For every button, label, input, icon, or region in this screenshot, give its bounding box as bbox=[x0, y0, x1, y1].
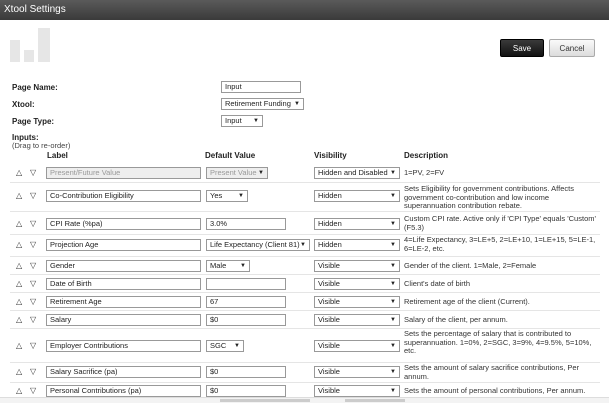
row-default-select[interactable]: SGC bbox=[206, 340, 244, 352]
row-default-input[interactable]: $0 bbox=[206, 385, 286, 397]
move-down-icon[interactable]: ▽ bbox=[30, 261, 36, 270]
xtool-select[interactable]: Retirement Funding bbox=[221, 98, 304, 110]
row-default-input[interactable]: 3.0% bbox=[206, 218, 286, 230]
reorder-hint: (Drag to re-order) bbox=[12, 141, 71, 150]
row-label-input: Present/Future Value bbox=[46, 167, 201, 179]
row-default-select[interactable]: Life Expectancy (Client 81) bbox=[206, 239, 310, 251]
row-label-input[interactable]: CPI Rate (%pa) bbox=[46, 218, 201, 230]
row-label-input[interactable]: Employer Contributions bbox=[46, 340, 201, 352]
move-down-icon[interactable]: ▽ bbox=[30, 279, 36, 288]
row-default-select: Present Value bbox=[206, 167, 268, 179]
page-type-select[interactable]: Input bbox=[221, 115, 263, 127]
move-down-icon[interactable]: ▽ bbox=[30, 297, 36, 306]
row-description: Custom CPI rate. Active only if 'CPI Typ… bbox=[404, 214, 596, 232]
move-up-icon[interactable]: △ bbox=[16, 261, 22, 270]
col-header-label: Label bbox=[47, 151, 68, 160]
row-divider bbox=[10, 211, 600, 212]
horizontal-scrollbar[interactable] bbox=[0, 397, 609, 403]
row-description: 1=PV, 2=FV bbox=[404, 168, 445, 177]
move-up-icon[interactable]: △ bbox=[16, 219, 22, 228]
cancel-button[interactable]: Cancel bbox=[549, 39, 595, 57]
row-default-input[interactable]: $0 bbox=[206, 366, 286, 378]
row-visibility-select[interactable]: Visible bbox=[314, 340, 400, 352]
row-visibility-select[interactable]: Visible bbox=[314, 260, 400, 272]
move-down-icon[interactable]: ▽ bbox=[30, 315, 36, 324]
row-default-select[interactable]: Yes bbox=[206, 190, 248, 202]
move-down-icon[interactable]: ▽ bbox=[30, 367, 36, 376]
scrollbar-thumb[interactable] bbox=[345, 399, 405, 402]
row-label-input[interactable]: Retirement Age bbox=[46, 296, 201, 308]
row-visibility-select[interactable]: Visible bbox=[314, 314, 400, 326]
row-visibility-select[interactable]: Hidden and Disabled bbox=[314, 167, 400, 179]
move-up-icon[interactable]: △ bbox=[16, 168, 22, 177]
row-visibility-select[interactable]: Visible bbox=[314, 278, 400, 290]
move-down-icon[interactable]: ▽ bbox=[30, 219, 36, 228]
row-label-input[interactable]: Projection Age bbox=[46, 239, 201, 251]
bar-chart-logo-icon bbox=[10, 28, 50, 62]
page-type-label: Page Type: bbox=[12, 117, 55, 126]
row-visibility-select[interactable]: Hidden bbox=[314, 190, 400, 202]
row-divider bbox=[10, 292, 600, 293]
row-description: Sets the amount of salary sacrifice cont… bbox=[404, 363, 580, 381]
row-description: Retirement age of the client (Current). bbox=[404, 297, 530, 306]
move-down-icon[interactable]: ▽ bbox=[30, 240, 36, 249]
row-description: Client's date of birth bbox=[404, 279, 471, 288]
row-description: 4=Life Expectancy, 3=LE+5, 2=LE+10, 1=LE… bbox=[404, 235, 596, 253]
row-default-select[interactable]: Male bbox=[206, 260, 250, 272]
move-down-icon[interactable]: ▽ bbox=[30, 168, 36, 177]
row-default-input[interactable]: 67 bbox=[206, 296, 286, 308]
row-default-input[interactable]: $0 bbox=[206, 314, 286, 326]
page-name-input[interactable]: Input bbox=[221, 81, 301, 93]
move-up-icon[interactable]: △ bbox=[16, 240, 22, 249]
row-divider bbox=[10, 274, 600, 275]
row-description: Salary of the client, per annum. bbox=[404, 315, 508, 324]
col-header-default: Default Value bbox=[205, 151, 256, 160]
row-visibility-select[interactable]: Hidden bbox=[314, 239, 400, 251]
move-up-icon[interactable]: △ bbox=[16, 315, 22, 324]
col-header-visibility: Visibility bbox=[314, 151, 347, 160]
row-label-input[interactable]: Date of Birth bbox=[46, 278, 201, 290]
window-titlebar: Xtool Settings bbox=[0, 0, 609, 20]
row-default-input[interactable] bbox=[206, 278, 286, 290]
row-visibility-select[interactable]: Visible bbox=[314, 296, 400, 308]
row-label-input[interactable]: Gender bbox=[46, 260, 201, 272]
row-label-input[interactable]: Co-Contribution Eligibility bbox=[46, 190, 201, 202]
move-down-icon[interactable]: ▽ bbox=[30, 191, 36, 200]
scrollbar-thumb[interactable] bbox=[220, 399, 310, 402]
move-up-icon[interactable]: △ bbox=[16, 279, 22, 288]
row-description: Sets the percentage of salary that is co… bbox=[404, 329, 592, 355]
row-description: Gender of the client. 1=Male, 2=Female bbox=[404, 261, 537, 270]
col-header-description: Description bbox=[404, 151, 449, 160]
move-up-icon[interactable]: △ bbox=[16, 191, 22, 200]
move-up-icon[interactable]: △ bbox=[16, 386, 22, 395]
move-down-icon[interactable]: ▽ bbox=[30, 341, 36, 350]
row-divider bbox=[10, 256, 600, 257]
row-description: Sets Eligibility for government contribu… bbox=[404, 184, 574, 210]
row-divider bbox=[10, 182, 600, 183]
window-title: Xtool Settings bbox=[4, 4, 66, 15]
row-label-input[interactable]: Salary Sacrifice (pa) bbox=[46, 366, 201, 378]
move-up-icon[interactable]: △ bbox=[16, 341, 22, 350]
row-divider bbox=[10, 310, 600, 311]
row-label-input[interactable]: Personal Contributions (pa) bbox=[46, 385, 201, 397]
row-label-input[interactable]: Salary bbox=[46, 314, 201, 326]
row-visibility-select[interactable]: Visible bbox=[314, 385, 400, 397]
save-button[interactable]: Save bbox=[500, 39, 544, 57]
row-visibility-select[interactable]: Visible bbox=[314, 366, 400, 378]
row-visibility-select[interactable]: Hidden bbox=[314, 218, 400, 230]
page-name-label: Page Name: bbox=[12, 83, 58, 92]
move-down-icon[interactable]: ▽ bbox=[30, 386, 36, 395]
row-divider bbox=[10, 382, 600, 383]
move-up-icon[interactable]: △ bbox=[16, 367, 22, 376]
move-up-icon[interactable]: △ bbox=[16, 297, 22, 306]
row-description: Sets the amount of personal contribution… bbox=[404, 386, 586, 395]
xtool-label: Xtool: bbox=[12, 100, 35, 109]
